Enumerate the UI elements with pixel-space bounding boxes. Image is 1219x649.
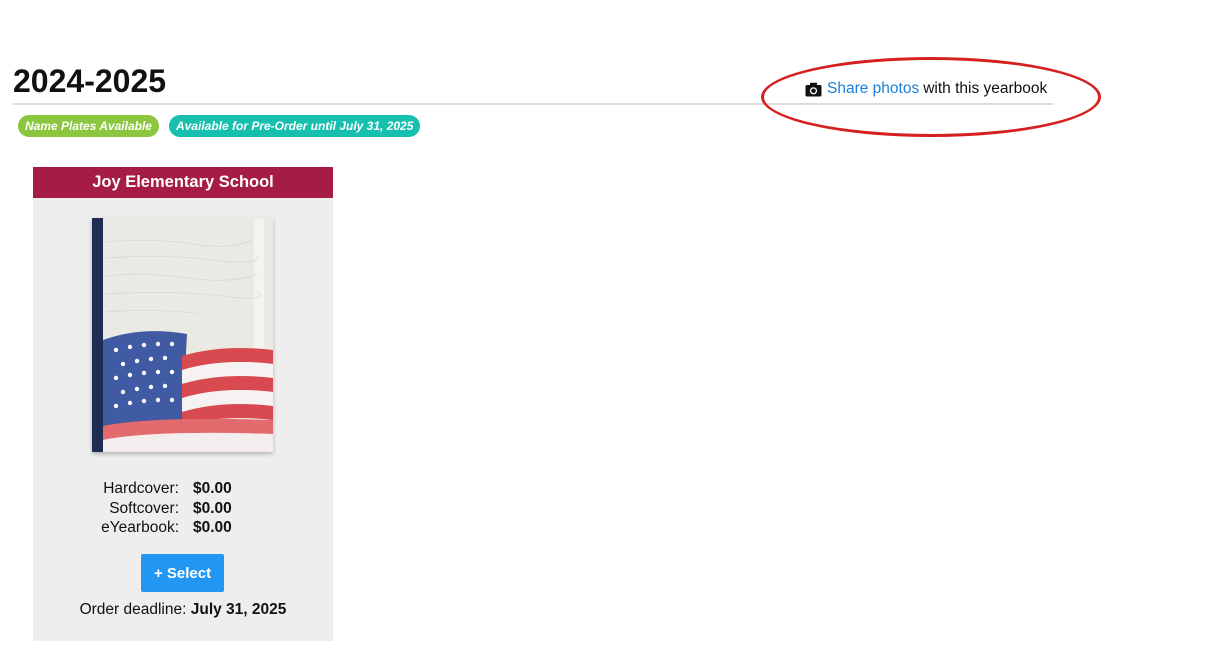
price-label: eYearbook: xyxy=(101,519,179,536)
title-divider xyxy=(13,103,1053,105)
name-plates-badge: Name Plates Available xyxy=(18,115,159,137)
share-photos: Share photos with this yearbook xyxy=(805,80,1047,98)
school-name: Joy Elementary School xyxy=(33,167,333,198)
price-value: $0.00 xyxy=(193,480,232,497)
price-value: $0.00 xyxy=(193,519,232,536)
deadline-label: Order deadline: xyxy=(79,601,187,618)
price-label: Hardcover: xyxy=(103,480,179,497)
price-row-hardcover: Hardcover: $0.00 xyxy=(33,479,333,499)
share-photos-suffix: with this yearbook xyxy=(923,80,1048,97)
price-value: $0.00 xyxy=(193,499,232,517)
flag-cover-art xyxy=(92,218,273,452)
price-list: Hardcover: $0.00 Softcover: $0.00 eYearb… xyxy=(33,479,333,538)
camera-icon xyxy=(805,82,822,96)
price-row-softcover: Softcover: $0.00 xyxy=(33,499,333,519)
order-deadline: Order deadline: July 31, 2025 xyxy=(33,601,333,619)
share-photos-link[interactable]: Share photos xyxy=(827,80,919,98)
yearbook-cover-image[interactable] xyxy=(92,218,273,452)
price-label: Softcover: xyxy=(109,499,179,517)
page-title: 2024-2025 xyxy=(13,63,167,99)
price-row-eyearbook: eYearbook: $0.00 xyxy=(33,518,333,538)
preorder-badge: Available for Pre-Order until July 31, 2… xyxy=(168,115,421,137)
deadline-date: July 31, 2025 xyxy=(190,601,287,618)
select-button[interactable]: + Select xyxy=(141,554,224,592)
yearbook-card: Joy Elementary School Hardcover: $0.00 S… xyxy=(33,167,333,641)
badge-row: Name Plates Available Available for Pre-… xyxy=(18,115,421,137)
